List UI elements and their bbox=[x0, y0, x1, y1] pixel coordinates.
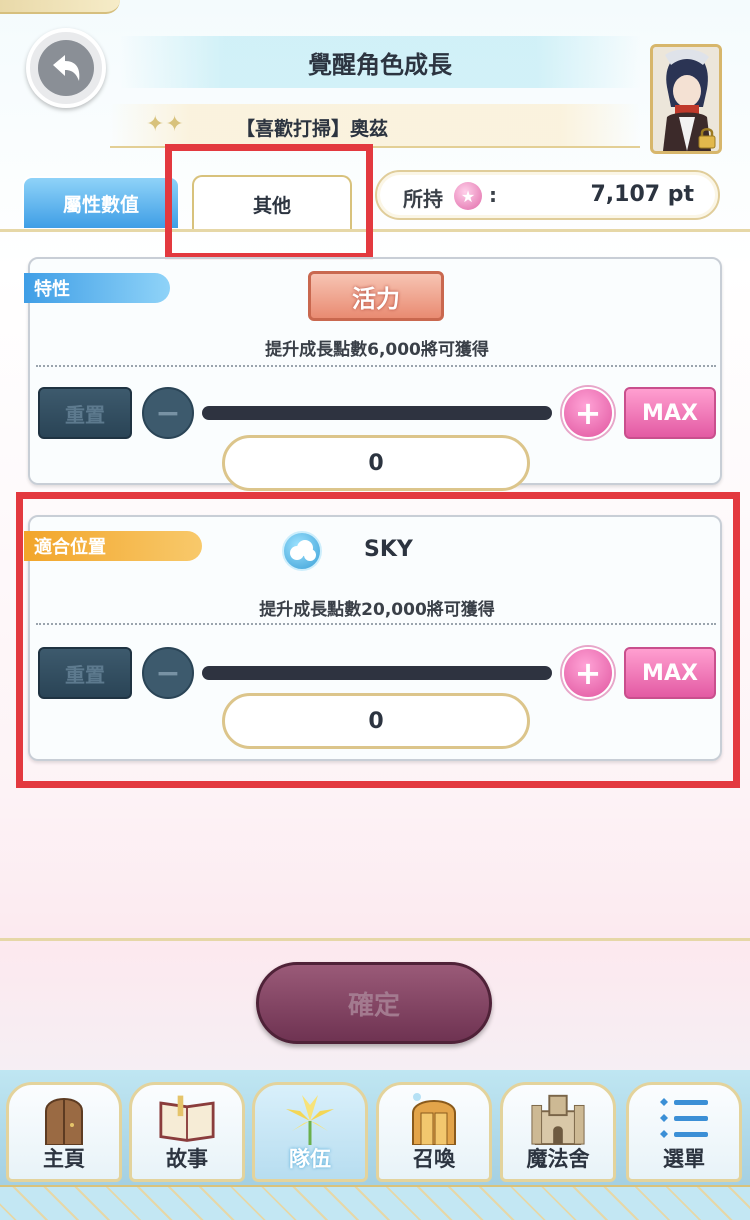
position-plus-button[interactable]: + bbox=[562, 647, 614, 699]
points-label: 所持 bbox=[403, 187, 443, 211]
sky-cloud-icon bbox=[282, 531, 322, 571]
trait-value-field[interactable]: 0 bbox=[222, 435, 530, 491]
door-icon bbox=[36, 1091, 92, 1145]
nav-team[interactable]: 隊伍 bbox=[252, 1082, 368, 1182]
castle-icon bbox=[530, 1091, 586, 1145]
trait-reset-button[interactable]: 重置 bbox=[38, 387, 132, 439]
nav-dormitory-label: 魔法舍 bbox=[526, 1147, 590, 1171]
gate-icon bbox=[406, 1091, 462, 1145]
back-arrow-icon bbox=[38, 40, 94, 96]
position-max-button[interactable]: MAX bbox=[624, 647, 716, 699]
nav-story[interactable]: 故事 bbox=[129, 1082, 245, 1182]
awakening-stars-icon: ✦✦ bbox=[146, 112, 185, 137]
trait-vitality-badge: 活力 bbox=[308, 271, 444, 321]
position-slider[interactable] bbox=[202, 666, 552, 680]
book-icon bbox=[159, 1091, 215, 1145]
nav-ornament bbox=[0, 1185, 750, 1220]
trait-divider bbox=[36, 365, 716, 367]
trait-plus-button[interactable]: + bbox=[562, 387, 614, 439]
position-description: 提升成長點數20,000將可獲得 bbox=[259, 600, 495, 620]
nav-menu[interactable]: 選單 bbox=[626, 1082, 742, 1182]
nav-home[interactable]: 主頁 bbox=[6, 1082, 122, 1182]
nav-home-label: 主頁 bbox=[43, 1147, 85, 1171]
tab-other-highlight bbox=[165, 144, 373, 260]
position-tag: 適合位置 bbox=[24, 531, 202, 561]
top-ornament bbox=[0, 0, 120, 14]
position-value-field[interactable]: 0 bbox=[222, 693, 530, 749]
position-minus-button[interactable]: − bbox=[142, 647, 194, 699]
trait-max-button[interactable]: MAX bbox=[624, 387, 716, 439]
points-colon: : bbox=[489, 183, 497, 207]
growth-point-coin-icon: ★ bbox=[454, 182, 482, 210]
bottom-divider bbox=[0, 938, 750, 941]
lily-icon bbox=[282, 1091, 338, 1145]
confirm-button[interactable]: 確定 bbox=[256, 962, 492, 1044]
position-label: SKY bbox=[364, 537, 413, 562]
trait-slider[interactable] bbox=[202, 406, 552, 420]
tab-attributes-label: 屬性數值 bbox=[62, 193, 139, 216]
nav-dormitory[interactable]: 魔法舍 bbox=[500, 1082, 616, 1182]
position-panel: 適合位置 SKY 提升成長點數20,000將可獲得 重置 − + MAX 0 bbox=[24, 515, 722, 761]
page-title: 覺醒角色成長 bbox=[120, 36, 640, 88]
lock-icon bbox=[697, 127, 717, 149]
nav-story-label: 故事 bbox=[166, 1147, 208, 1171]
nav-team-label: 隊伍 bbox=[289, 1147, 331, 1171]
points-display: 所持 ★ : 7,107 pt bbox=[375, 170, 720, 220]
points-value: 7,107 pt bbox=[590, 182, 694, 207]
trait-description: 提升成長點數6,000將可獲得 bbox=[265, 340, 489, 360]
back-button[interactable] bbox=[26, 28, 106, 108]
trait-tag: 特性 bbox=[24, 273, 170, 303]
nav-summon-label: 召喚 bbox=[413, 1147, 455, 1171]
character-name: 【喜歡打掃】奧茲 bbox=[236, 118, 389, 140]
position-reset-button[interactable]: 重置 bbox=[38, 647, 132, 699]
tab-underline bbox=[0, 229, 750, 232]
trait-minus-button[interactable]: − bbox=[142, 387, 194, 439]
position-divider bbox=[36, 623, 716, 625]
tab-attributes[interactable]: 屬性數值 bbox=[22, 176, 180, 230]
trait-panel: 特性 活力 提升成長點數6,000將可獲得 重置 − + MAX 0 bbox=[24, 257, 722, 491]
nav-summon[interactable]: 召喚 bbox=[376, 1082, 492, 1182]
character-portrait[interactable] bbox=[650, 44, 722, 154]
menu-icon bbox=[656, 1091, 712, 1145]
nav-menu-label: 選單 bbox=[663, 1147, 705, 1171]
